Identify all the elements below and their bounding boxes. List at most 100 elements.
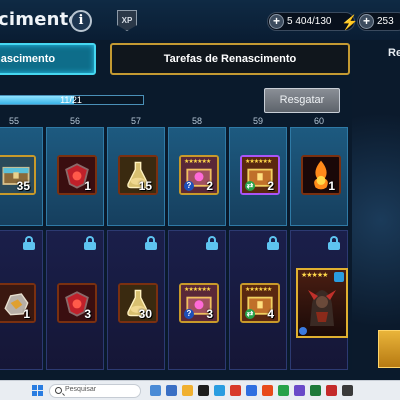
reward-column: 60 1 ★★★★★ bbox=[289, 116, 349, 370]
reward-column: 58 ★★★★★★? 2 ★★★★★★? 3 bbox=[167, 116, 227, 370]
reward-quantity: 35 bbox=[16, 179, 30, 193]
free-reward-cell[interactable]: ★★★★★★? 2 bbox=[168, 127, 226, 226]
taskbar-app-icon[interactable] bbox=[230, 385, 241, 396]
premium-reward-item[interactable]: 3 bbox=[57, 283, 97, 323]
free-reward-cell[interactable]: ★★★★★★ ⇄ 2 bbox=[229, 127, 287, 226]
taskbar-app-icon[interactable] bbox=[198, 385, 209, 396]
progress-text: 11/21 bbox=[60, 95, 82, 105]
taskbar-search-input[interactable]: Pesquisar bbox=[49, 384, 141, 398]
random-set-badge-icon: ? bbox=[184, 181, 194, 191]
rarity-stars: ★★★★★★ bbox=[245, 287, 272, 293]
reward-quantity: 15 bbox=[138, 179, 152, 193]
lock-icon bbox=[145, 236, 157, 250]
champion-badge-icon bbox=[299, 327, 307, 335]
champion-card[interactable]: ★★★★★ bbox=[296, 268, 348, 338]
free-reward-item[interactable]: 35 bbox=[0, 155, 36, 195]
tab-rebirth-tasks-label: Tarefas de Renascimento bbox=[163, 53, 297, 65]
page-title: cimento bbox=[0, 9, 81, 30]
premium-reward-item[interactable]: ★★★★★★ ⇄ 4 bbox=[240, 283, 280, 323]
top-bar: cimento i XP + 5 404/130 ⚡ + 253 bbox=[0, 0, 400, 40]
free-reward-item[interactable]: ★★★★★★ ⇄ 2 bbox=[240, 155, 280, 195]
file-explorer-icon[interactable] bbox=[182, 385, 193, 396]
reward-column: 57 15 30 bbox=[106, 116, 166, 370]
free-reward-cell[interactable]: 35 bbox=[0, 127, 43, 226]
taskbar-app-icon[interactable] bbox=[310, 385, 321, 396]
search-icon bbox=[55, 387, 62, 394]
free-reward-item[interactable]: 15 bbox=[118, 155, 158, 195]
taskbar-app-icon[interactable] bbox=[294, 385, 305, 396]
taskbar-app-icon[interactable] bbox=[262, 385, 273, 396]
reward-quantity: 1 bbox=[328, 179, 335, 193]
reward-quantity: 30 bbox=[138, 307, 152, 321]
reward-quantity: 2 bbox=[206, 179, 213, 193]
free-reward-item[interactable]: 1 bbox=[301, 155, 341, 195]
rarity-stars: ★★★★★ bbox=[301, 272, 328, 279]
tab-rebirth-label: nascimento bbox=[0, 53, 56, 65]
edge-icon[interactable] bbox=[214, 385, 225, 396]
add-energy-button[interactable]: + bbox=[269, 14, 284, 29]
lock-icon bbox=[84, 236, 96, 250]
taskbar-search-placeholder: Pesquisar bbox=[65, 386, 97, 393]
reward-quantity: 1 bbox=[23, 307, 30, 321]
free-reward-cell[interactable]: 1 bbox=[290, 127, 348, 226]
rarity-stars: ★★★★★★ bbox=[184, 159, 211, 165]
level-number: 56 bbox=[69, 116, 80, 126]
os-taskbar: Pesquisar bbox=[0, 380, 400, 400]
level-number: 57 bbox=[130, 116, 141, 126]
progress-bar: 11/21 bbox=[0, 95, 144, 105]
level-number: 55 bbox=[8, 116, 19, 126]
windows-start-icon[interactable] bbox=[32, 385, 43, 396]
lock-icon bbox=[206, 236, 218, 250]
side-panel bbox=[352, 70, 400, 370]
free-reward-item[interactable]: 1 bbox=[57, 155, 97, 195]
tab-rebirth[interactable]: nascimento bbox=[0, 43, 96, 75]
premium-reward-item[interactable]: 30 bbox=[118, 283, 158, 323]
premium-reward-item[interactable]: ★★★★★★? 3 bbox=[179, 283, 219, 323]
premium-reward-cell[interactable]: 30 bbox=[107, 230, 165, 370]
level-number: 58 bbox=[191, 116, 202, 126]
taskbar-app-icon[interactable] bbox=[278, 385, 289, 396]
champion-portrait bbox=[308, 290, 336, 326]
energy-bolt-icon: ⚡ bbox=[341, 14, 359, 30]
reward-quantity: 3 bbox=[84, 307, 91, 321]
taskbar-app-icon[interactable] bbox=[246, 385, 257, 396]
free-reward-cell[interactable]: 15 bbox=[107, 127, 165, 226]
premium-reward-item[interactable]: 1 bbox=[0, 283, 36, 323]
reward-column: 59 ★★★★★★ ⇄ 2 ★★★★★★ ⇄ 4 bbox=[228, 116, 288, 370]
taskbar-app-icon[interactable] bbox=[326, 385, 337, 396]
gems-counter: + 253 bbox=[357, 12, 400, 31]
premium-reward-cell[interactable]: 1 bbox=[0, 230, 43, 370]
random-set-badge-icon: ? bbox=[184, 309, 194, 319]
premium-reward-cell[interactable]: 3 bbox=[46, 230, 104, 370]
taskbar-app-icon[interactable] bbox=[166, 385, 177, 396]
premium-reward-cell[interactable]: ★★★★★★? 3 bbox=[168, 230, 226, 370]
reward-track: 55 35 1 56 1 3 57 15 30 58 ★★★★★★? 2 ★★★★★★? 3 59 ★★★★★… bbox=[0, 116, 352, 370]
reward-quantity: 1 bbox=[84, 179, 91, 193]
swap-badge-icon: ⇄ bbox=[245, 309, 255, 319]
energy-counter: + 5 404/130 ⚡ bbox=[267, 12, 359, 31]
reward-quantity: 4 bbox=[267, 307, 274, 321]
reward-column: 55 35 1 bbox=[0, 116, 44, 370]
add-gems-button[interactable]: + bbox=[359, 14, 374, 29]
energy-value: 5 404/130 bbox=[287, 16, 332, 27]
gems-value: 253 bbox=[377, 16, 394, 27]
rarity-stars: ★★★★★★ bbox=[184, 287, 211, 293]
tab-rebirth-tasks[interactable]: Tarefas de Renascimento bbox=[110, 43, 350, 75]
free-reward-cell[interactable]: 1 bbox=[46, 127, 104, 226]
reward-quantity: 3 bbox=[206, 307, 213, 321]
free-reward-item[interactable]: ★★★★★★? 2 bbox=[179, 155, 219, 195]
affinity-icon bbox=[334, 272, 344, 282]
side-panel-label: Re bbox=[388, 47, 400, 59]
claim-button[interactable]: Resgatar bbox=[264, 88, 340, 113]
side-panel-button[interactable] bbox=[378, 330, 400, 368]
reward-quantity: 2 bbox=[267, 179, 274, 193]
rarity-stars: ★★★★★★ bbox=[245, 159, 272, 165]
info-button[interactable]: i bbox=[70, 10, 92, 32]
premium-reward-cell[interactable]: ★★★★★ bbox=[290, 230, 348, 370]
premium-reward-cell[interactable]: ★★★★★★ ⇄ 4 bbox=[229, 230, 287, 370]
reward-column: 56 1 3 bbox=[45, 116, 105, 370]
taskbar-app-icon[interactable] bbox=[342, 385, 353, 396]
xp-badge: XP bbox=[117, 10, 137, 31]
lock-icon bbox=[23, 236, 35, 250]
task-view-icon[interactable] bbox=[150, 385, 161, 396]
